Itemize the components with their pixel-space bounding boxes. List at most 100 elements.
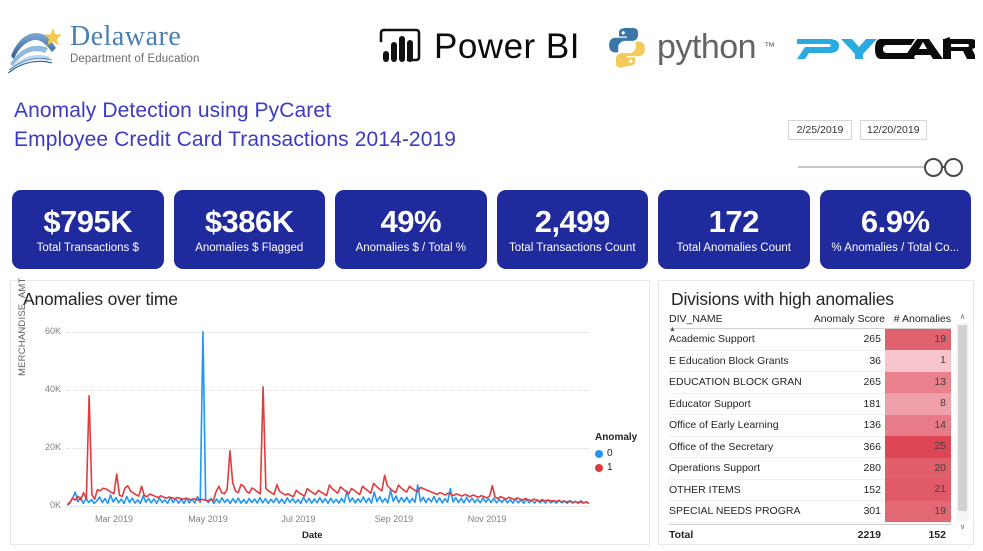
kpi-card-percent-anomalies-total-count[interactable]: 6.9% % Anomalies / Total Co... bbox=[820, 190, 972, 269]
cell-num-anomalies: 21 bbox=[885, 479, 951, 501]
divisions-with-high-anomalies-panel[interactable]: Divisions with high anomalies DIV_NAME A… bbox=[658, 280, 974, 545]
scrollbar-thumb[interactable] bbox=[958, 325, 967, 511]
delaware-wordmark: Delaware bbox=[70, 22, 200, 52]
legend-item-1[interactable]: 1 bbox=[595, 462, 637, 473]
kpi-value: $386K bbox=[205, 204, 294, 240]
table-row[interactable]: E Education Block Grants361 bbox=[669, 351, 951, 373]
table-row[interactable]: Operations Support28020 bbox=[669, 458, 951, 480]
kpi-value: 6.9% bbox=[861, 204, 930, 240]
page-title-line-1: Anomaly Detection using PyCaret bbox=[14, 96, 456, 125]
table-scrollbar[interactable]: ∧ ∨ bbox=[956, 311, 969, 533]
cell-num-anomalies: 19 bbox=[885, 501, 951, 523]
delaware-department-text: Department of Education bbox=[70, 53, 200, 65]
cell-num-anomalies: 20 bbox=[885, 458, 951, 480]
python-wordmark: python bbox=[657, 28, 756, 67]
start-date-input[interactable]: 2/25/2019 bbox=[788, 120, 852, 140]
legend-item-0[interactable]: 0 bbox=[595, 448, 637, 459]
cell-anomaly-score: 265 bbox=[801, 333, 885, 345]
table-row[interactable]: OTHER ITEMS15221 bbox=[669, 480, 951, 502]
cell-anomaly-score: 280 bbox=[801, 462, 885, 474]
cell-anomaly-score: 36 bbox=[801, 355, 885, 367]
kpi-card-anomalies-flagged[interactable]: $386K Anomalies $ Flagged bbox=[174, 190, 326, 269]
table-title: Divisions with high anomalies bbox=[659, 281, 973, 314]
kpi-card-total-transactions-count[interactable]: 2,499 Total Transactions Count bbox=[497, 190, 649, 269]
cell-div-name: Office of the Secretary bbox=[669, 441, 801, 453]
divisions-table[interactable]: DIV_NAME Anomaly Score # Anomalies ▲ Aca… bbox=[669, 313, 951, 546]
range-slider-right-handle[interactable] bbox=[944, 158, 963, 177]
cell-num-anomalies: 1 bbox=[885, 350, 951, 372]
total-anomaly-score: 2219 bbox=[801, 529, 885, 541]
cell-num-anomalies: 8 bbox=[885, 393, 951, 415]
cell-div-name: E Education Block Grants bbox=[669, 355, 801, 367]
column-header-div-name[interactable]: DIV_NAME bbox=[669, 313, 801, 325]
x-axis-tick-label: Mar 2019 bbox=[95, 514, 133, 524]
legend-title: Anomaly bbox=[595, 432, 637, 443]
chart-title: Anomalies over time bbox=[11, 281, 649, 314]
legend-label-1: 1 bbox=[607, 462, 613, 473]
kpi-card-row: $795K Total Transactions $ $386K Anomali… bbox=[12, 190, 971, 269]
kpi-label: Total Transactions Count bbox=[509, 241, 636, 256]
delaware-department-label: Department of Education bbox=[70, 52, 200, 66]
date-range-slicer[interactable]: 2/25/2019 12/20/2019 bbox=[788, 120, 974, 172]
cell-num-anomalies: 14 bbox=[885, 415, 951, 437]
cell-anomaly-score: 181 bbox=[801, 398, 885, 410]
y-axis-tick-label: 60K bbox=[33, 326, 61, 336]
python-snake-icon bbox=[605, 25, 649, 69]
page-title: Anomaly Detection using PyCaret Employee… bbox=[14, 96, 456, 154]
power-bi-logo: Power BI bbox=[378, 24, 580, 70]
table-row[interactable]: Educator Support1818 bbox=[669, 394, 951, 416]
scrollbar-track[interactable] bbox=[956, 323, 969, 521]
column-header-anomaly-score[interactable]: Anomaly Score bbox=[801, 313, 885, 325]
cell-num-anomalies: 19 bbox=[885, 329, 951, 351]
x-axis-tick-label: Jul 2019 bbox=[281, 514, 315, 524]
cell-div-name: Operations Support bbox=[669, 462, 801, 474]
cell-div-name: Educator Support bbox=[669, 398, 801, 410]
end-date-input[interactable]: 12/20/2019 bbox=[860, 120, 927, 140]
page-title-line-2: Employee Credit Card Transactions 2014-2… bbox=[14, 125, 456, 154]
table-row[interactable]: Office of Early Learning13614 bbox=[669, 415, 951, 437]
table-header-row: DIV_NAME Anomaly Score # Anomalies ▲ bbox=[669, 313, 951, 329]
power-bi-wordmark: Power BI bbox=[434, 27, 580, 67]
column-header-num-anomalies[interactable]: # Anomalies bbox=[885, 313, 951, 325]
total-num-anomalies: 152 bbox=[885, 529, 951, 541]
date-range-inputs: 2/25/2019 12/20/2019 bbox=[788, 120, 974, 140]
pycaret-wordmark-icon bbox=[795, 29, 975, 67]
cell-anomaly-score: 301 bbox=[801, 505, 885, 517]
date-range-slider[interactable] bbox=[788, 156, 974, 178]
kpi-value: 172 bbox=[709, 204, 759, 240]
chart-line-series-1 bbox=[67, 387, 589, 505]
scroll-down-icon[interactable]: ∨ bbox=[956, 521, 969, 533]
chart-legend[interactable]: Anomaly 0 1 bbox=[595, 432, 637, 476]
kpi-value: 49% bbox=[380, 204, 441, 240]
kpi-card-total-anomalies-count[interactable]: 172 Total Anomalies Count bbox=[658, 190, 810, 269]
cell-num-anomalies: 13 bbox=[885, 372, 951, 394]
table-row[interactable]: Office of the Secretary36625 bbox=[669, 437, 951, 459]
kpi-card-total-transactions-dollars[interactable]: $795K Total Transactions $ bbox=[12, 190, 164, 269]
x-axis-title: Date bbox=[302, 530, 323, 541]
chart-area[interactable]: MERCHANDISE_AMT 0K20K40K60K Mar 2019May … bbox=[11, 314, 649, 546]
x-axis-tick-label: May 2019 bbox=[188, 514, 228, 524]
delaware-seal-icon bbox=[8, 26, 66, 74]
table-row[interactable]: EDUCATION BLOCK GRANTS26513 bbox=[669, 372, 951, 394]
kpi-card-anomalies-percent[interactable]: 49% Anomalies $ / Total % bbox=[335, 190, 487, 269]
cell-div-name: OTHER ITEMS bbox=[669, 484, 801, 496]
scroll-up-icon[interactable]: ∧ bbox=[956, 311, 969, 323]
power-bi-bars-icon bbox=[378, 27, 422, 67]
y-axis-title: MERCHANDISE_AMT bbox=[17, 277, 28, 376]
cell-anomaly-score: 366 bbox=[801, 441, 885, 453]
anomalies-over-time-chart-panel[interactable]: Anomalies over time MERCHANDISE_AMT 0K20… bbox=[10, 280, 650, 545]
legend-color-dot-1 bbox=[595, 464, 603, 472]
cell-div-name: Office of Early Learning bbox=[669, 419, 801, 431]
python-logo: python ™ bbox=[605, 24, 775, 70]
table-row[interactable]: Academic Support26519 bbox=[669, 329, 951, 351]
table-body[interactable]: Academic Support26519E Education Block G… bbox=[669, 329, 951, 523]
cell-div-name: Academic Support bbox=[669, 333, 801, 345]
kpi-label: Anomalies $ Flagged bbox=[195, 241, 303, 256]
cell-anomaly-score: 265 bbox=[801, 376, 885, 388]
y-axis-tick-label: 20K bbox=[33, 442, 61, 452]
cell-anomaly-score: 152 bbox=[801, 484, 885, 496]
pycaret-logo bbox=[795, 28, 975, 68]
chart-plot[interactable] bbox=[67, 326, 589, 506]
table-row[interactable]: SPECIAL NEEDS PROGRAMS30119 bbox=[669, 501, 951, 523]
range-slider-left-handle[interactable] bbox=[924, 158, 943, 177]
